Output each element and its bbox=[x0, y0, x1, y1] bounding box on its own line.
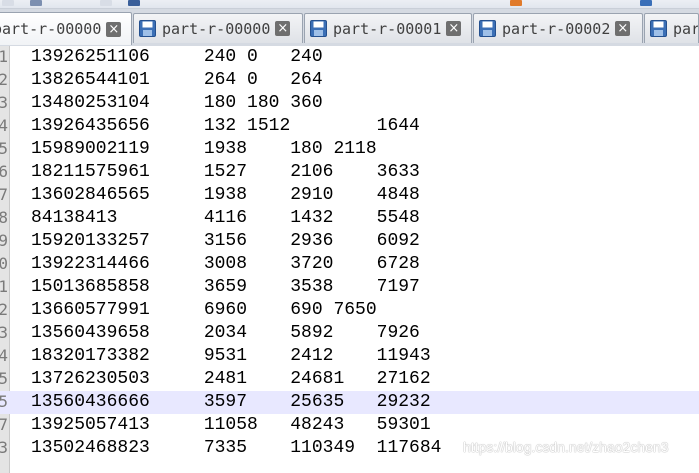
line-number: 0 bbox=[0, 254, 8, 273]
close-icon[interactable]: × bbox=[275, 21, 291, 36]
save-disk-icon bbox=[650, 20, 667, 37]
line-text: 13660577991 6960 690 7650 bbox=[31, 300, 377, 320]
tab-part-r-00001[interactable]: part-r-00001 × bbox=[304, 13, 472, 43]
close-icon[interactable]: × bbox=[106, 21, 122, 37]
toolbar-button-icon[interactable] bbox=[128, 0, 140, 6]
line-number: 4 bbox=[0, 116, 8, 135]
toolbar-button-icon[interactable] bbox=[2, 0, 14, 6]
line-number: 7 bbox=[0, 415, 8, 434]
toolbar bbox=[0, 0, 699, 9]
line-text: 13560436666 3597 25635 29232 bbox=[31, 392, 431, 412]
text-editor[interactable]: 1 13926251106 240 0 240 2 13826544101 26… bbox=[0, 46, 699, 473]
editor-line[interactable]: 5 13726230503 2481 24681 27162 bbox=[0, 368, 699, 391]
line-text: 13826544101 264 0 264 bbox=[31, 70, 323, 90]
line-text: 13726230503 2481 24681 27162 bbox=[31, 369, 431, 389]
editor-line[interactable]: 1 15013685858 3659 3538 7197 bbox=[0, 276, 699, 299]
tab-part-r-00000[interactable]: part-r-00000 × bbox=[133, 13, 303, 43]
line-number: 2 bbox=[0, 70, 8, 89]
editor-line[interactable]: 9 15920133257 3156 2936 6092 bbox=[0, 230, 699, 253]
line-text: 15989002119 1938 180 2118 bbox=[31, 139, 377, 159]
line-text: 15013685858 3659 3538 7197 bbox=[31, 277, 420, 297]
line-text: 13926251106 240 0 240 bbox=[31, 47, 323, 67]
close-icon[interactable]: × bbox=[615, 21, 631, 36]
tab-label: part-r-00000 bbox=[673, 19, 699, 38]
line-number: 3 bbox=[0, 438, 8, 457]
editor-line[interactable]: 1 13926251106 240 0 240 bbox=[0, 46, 699, 69]
line-text: 13560439658 2034 5892 7926 bbox=[31, 323, 420, 343]
line-number: 7 bbox=[0, 185, 8, 204]
editor-line[interactable]: 3 13480253104 180 180 360 bbox=[0, 92, 699, 115]
tab-label: part-r-00001 bbox=[333, 19, 442, 38]
line-number: 5 bbox=[0, 369, 8, 388]
editor-window: part-r-00000 × part-r-00000 × part-r-000… bbox=[0, 0, 699, 473]
editor-line[interactable]: 2 13826544101 264 0 264 bbox=[0, 69, 699, 92]
line-text: 13926435656 132 1512 1644 bbox=[31, 116, 420, 136]
line-text: 15920133257 3156 2936 6092 bbox=[31, 231, 420, 251]
editor-line[interactable]: 2 13660577991 6960 690 7650 bbox=[0, 299, 699, 322]
line-number: 3 bbox=[0, 93, 8, 112]
line-number: 1 bbox=[0, 277, 8, 296]
editor-line[interactable]: 0 13922314466 3008 3720 6728 bbox=[0, 253, 699, 276]
editor-line[interactable]: 6 18211575961 1527 2106 3633 bbox=[0, 161, 699, 184]
tab-bar: part-r-00000 × part-r-00000 × part-r-000… bbox=[0, 9, 699, 48]
editor-line[interactable]: 5 15989002119 1938 180 2118 bbox=[0, 138, 699, 161]
tab-label: part-r-00000 bbox=[0, 20, 102, 38]
toolbar-button-icon[interactable] bbox=[640, 0, 652, 6]
editor-line[interactable]: 8 84138413 4116 1432 5548 bbox=[0, 207, 699, 230]
line-number: 4 bbox=[0, 346, 8, 365]
toolbar-button-icon[interactable] bbox=[30, 0, 42, 6]
line-number: 3 bbox=[0, 323, 8, 342]
line-text: 13922314466 3008 3720 6728 bbox=[31, 254, 420, 274]
close-icon[interactable]: × bbox=[446, 21, 462, 36]
tab-part-r-00000-partial[interactable]: part-r-00000 bbox=[644, 13, 699, 43]
save-disk-icon bbox=[310, 20, 327, 37]
editor-line[interactable]: 4 18320173382 9531 2412 11943 bbox=[0, 345, 699, 368]
tab-label: part-r-00000 bbox=[162, 19, 271, 38]
tab-label: part-r-00002 bbox=[502, 19, 611, 38]
line-number: 5 bbox=[0, 139, 8, 158]
toolbar-button-icon[interactable] bbox=[100, 0, 112, 6]
line-text: 13602846565 1938 2910 4848 bbox=[31, 185, 420, 205]
toolbar-button-icon[interactable] bbox=[510, 0, 522, 6]
editor-line-current[interactable]: 5 13560436666 3597 25635 29232 bbox=[0, 391, 699, 414]
line-text: 13480253104 180 180 360 bbox=[31, 93, 323, 113]
line-text: 18211575961 1527 2106 3633 bbox=[31, 162, 420, 182]
line-number: 6 bbox=[0, 162, 8, 181]
line-text: 13502468823 7335 110349 117684 bbox=[31, 438, 442, 458]
line-number: 5 bbox=[0, 392, 8, 411]
watermark: https://blog.csdn.net/zhao2chen3 bbox=[463, 439, 669, 455]
editor-line[interactable]: 4 13926435656 132 1512 1644 bbox=[0, 115, 699, 138]
tab-part-r-00002[interactable]: part-r-00002 × bbox=[473, 13, 643, 43]
line-number: 9 bbox=[0, 231, 8, 250]
line-text: 84138413 4116 1432 5548 bbox=[31, 208, 420, 228]
line-number: 2 bbox=[0, 300, 8, 319]
tab-part-r-00000-active[interactable]: part-r-00000 × bbox=[0, 12, 132, 45]
editor-line[interactable]: 7 13602846565 1938 2910 4848 bbox=[0, 184, 699, 207]
editor-line[interactable]: 3 13560439658 2034 5892 7926 bbox=[0, 322, 699, 345]
line-text: 18320173382 9531 2412 11943 bbox=[31, 346, 431, 366]
line-number: 1 bbox=[0, 47, 8, 66]
save-disk-icon bbox=[139, 20, 156, 37]
line-number: 8 bbox=[0, 208, 8, 227]
save-disk-icon bbox=[479, 20, 496, 37]
line-text: 13925057413 11058 48243 59301 bbox=[31, 415, 431, 435]
editor-line[interactable]: 7 13925057413 11058 48243 59301 bbox=[0, 414, 699, 437]
